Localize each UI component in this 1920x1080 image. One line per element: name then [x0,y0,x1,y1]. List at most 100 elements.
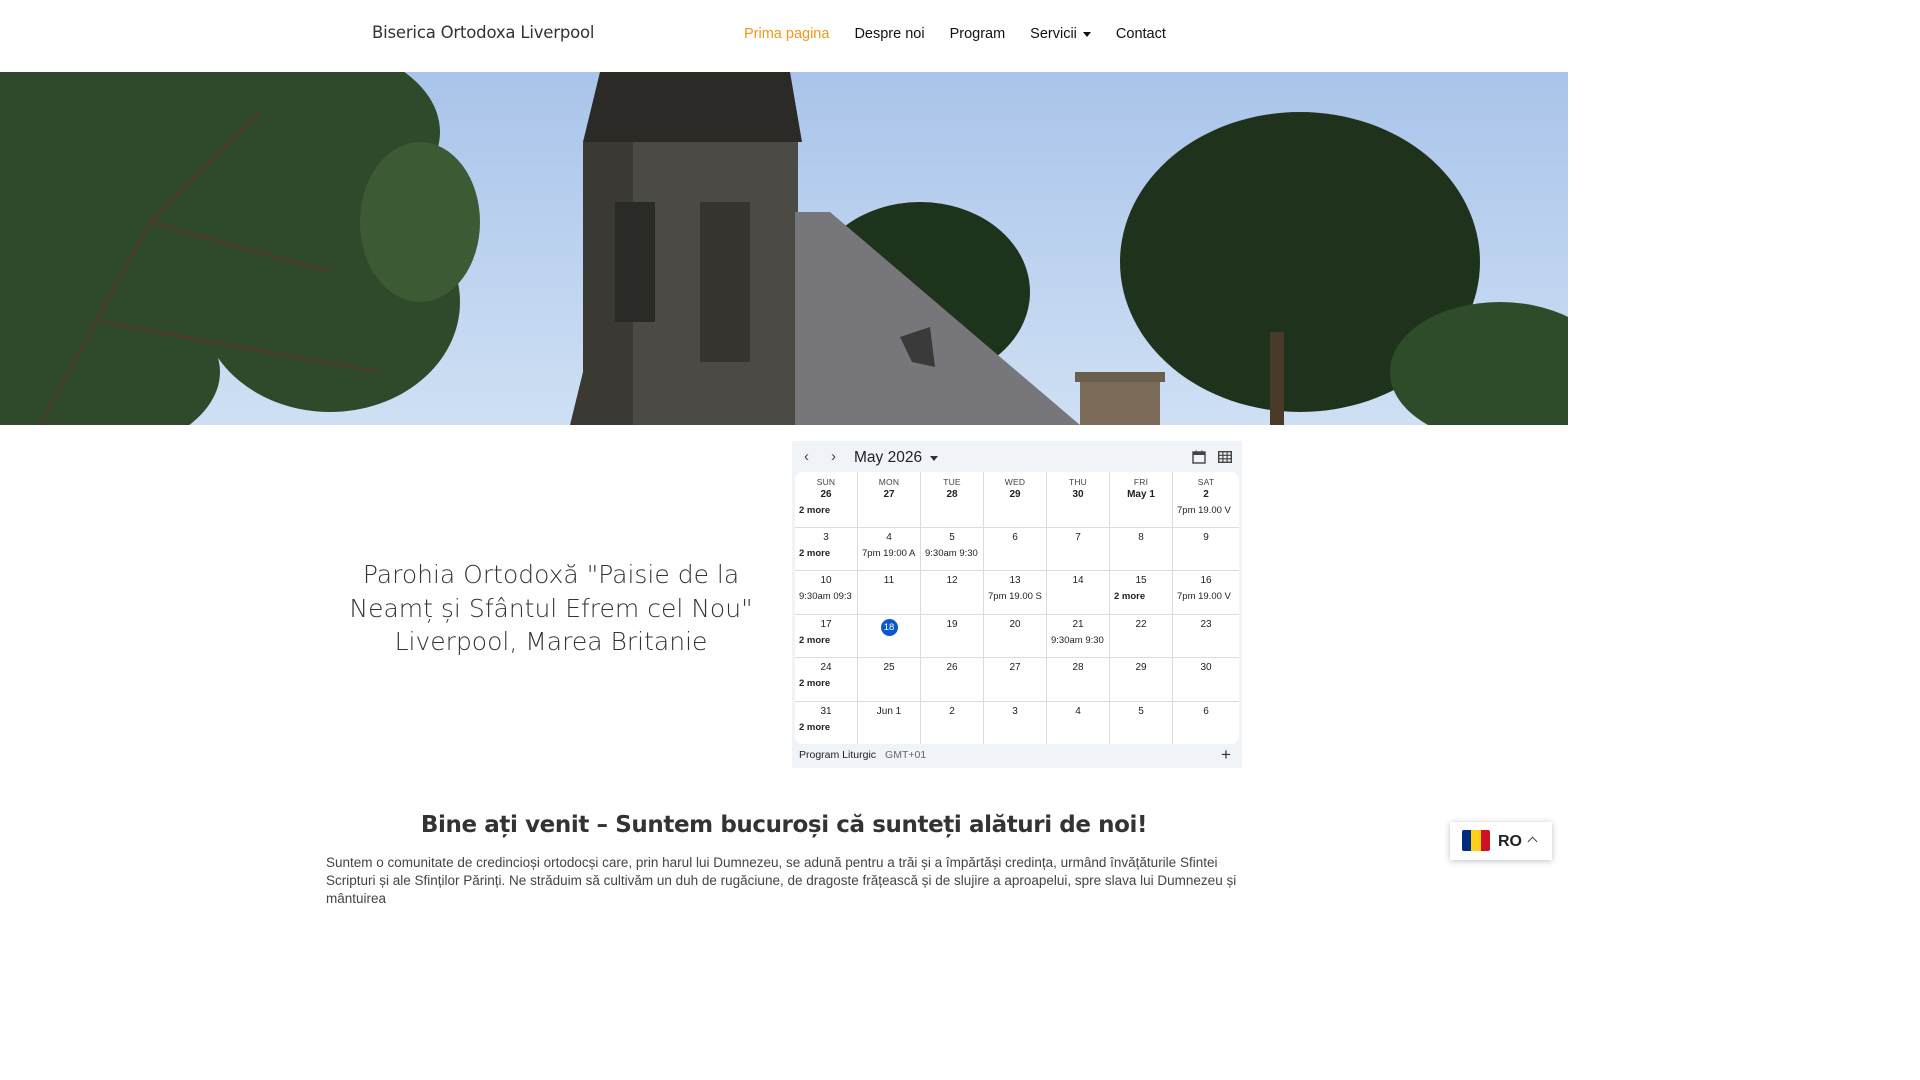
day-number-label: 9 [1203,532,1209,543]
day-number: 3 [984,706,1046,718]
month-view-icon[interactable] [1218,450,1232,464]
calendar-event[interactable]: 9:30am 9:30 [1047,635,1109,646]
calendar-day-cell[interactable]: 5 [1110,702,1173,744]
day-number: 20 [984,619,1046,631]
nav-item-label: Despre noi [854,26,925,42]
calendar-day-cell[interactable]: 5 9:30am 9:30 [921,528,984,571]
nav-item-despre-noi[interactable]: Despre noi [854,26,924,42]
more-events-link[interactable]: 2 more [795,548,857,559]
calendar-day-cell[interactable]: 28 [1047,658,1110,702]
calendar-day-cell[interactable]: 23 [1173,615,1239,658]
day-number: 19 [921,619,983,631]
calendar-day-cell[interactable]: 16 7pm 19.00 V [1173,571,1239,615]
site-title[interactable]: Biserica Ortodoxa Liverpool [372,23,594,42]
calendar-day-cell[interactable]: TUE 28 [921,472,984,528]
calendar-day-cell[interactable]: 13 7pm 19.00 S [984,571,1047,615]
nav-item-contact[interactable]: Contact [1116,26,1166,42]
calendar-day-cell[interactable]: 3 2 more [795,528,858,571]
calendar-day-cell[interactable]: 15 2 more [1110,571,1173,615]
day-number: 9 [1173,532,1239,544]
day-number: 6 [1173,706,1239,718]
day-of-week-label: TUE [943,477,961,487]
flag-stripe-red [1480,830,1490,851]
day-number-label: 3 [1012,706,1018,717]
more-events-link[interactable]: 2 more [795,678,857,689]
day-number: 29 [984,489,1046,501]
calendar-day-cell[interactable]: 8 [1110,528,1173,571]
calendar-day-cell[interactable]: SUN 26 2 more [795,472,858,528]
calendar-day-cell[interactable]: 26 [921,658,984,702]
calendar-day-cell[interactable]: 31 2 more [795,702,858,744]
calendar-day-cell[interactable]: FRI May 1 [1110,472,1173,528]
calendar-day-cell[interactable]: 12 [921,571,984,615]
flag-stripe-yellow [1471,830,1481,851]
calendar-event[interactable]: 9:30am 09:3 [795,591,857,602]
next-month-button[interactable]: › [831,449,836,464]
calendar-day-cell[interactable]: 9 [1173,528,1239,571]
day-number-label: 10 [820,575,832,586]
language-switcher[interactable]: RO [1450,822,1552,860]
calendar-day-cell[interactable]: 4 7pm 19:00 A [858,528,921,571]
calendar-day-cell[interactable]: 3 [984,702,1047,744]
day-number-label: 3 [823,532,829,543]
calendar-day-cell[interactable]: SAT 2 7pm 19.00 V [1173,472,1239,528]
calendar-day-cell[interactable]: 2 [921,702,984,744]
calendar-day-cell[interactable]: 20 [984,615,1047,658]
day-number: 11 [858,575,920,587]
calendar-day-cell[interactable]: 27 [984,658,1047,702]
calendar-event[interactable]: 7pm 19.00 S [984,591,1046,602]
day-number-label: 12 [946,575,958,586]
nav-item-label: Program [949,26,1006,42]
calendar-day-cell[interactable]: 17 2 more [795,615,858,658]
day-number-label: 25 [883,662,895,673]
calendar-day-cell[interactable]: 10 9:30am 09:3 [795,571,858,615]
day-number-label: 5 [1138,706,1144,717]
day-number-label: 4 [886,532,892,543]
calendar-day-cell[interactable]: 11 [858,571,921,615]
calendar-day-cell[interactable]: 25 [858,658,921,702]
calendar-day-cell[interactable]: 30 [1173,658,1239,702]
calendar-day-cell[interactable]: Jun 1 [858,702,921,744]
day-of-week-label: THU [1068,477,1088,487]
calendar-day-cell[interactable]: 14 [1047,571,1110,615]
calendar-day-cell[interactable]: 6 [1173,702,1239,744]
calendar-day-cell[interactable]: 21 9:30am 9:30 [1047,615,1110,658]
chevron-up-icon [1527,836,1538,847]
calendar-day-cell[interactable]: 19 [921,615,984,658]
day-number-label: 19 [946,619,958,630]
day-number-label: 7 [1075,532,1081,543]
day-number-label: 8 [1138,532,1144,543]
calendar-day-cell[interactable]: 29 [1110,658,1173,702]
calendar-day-cell[interactable]: WED 29 [984,472,1047,528]
nav-item-program[interactable]: Program [950,26,1006,42]
day-number: 21 [1047,619,1109,631]
calendar-day-cell[interactable]: 18 [858,615,921,658]
calendar-icon[interactable] [1192,450,1206,464]
more-events-link[interactable]: 2 more [795,722,857,733]
prev-month-button[interactable]: ‹ [804,449,809,464]
more-events-link[interactable]: 2 more [1110,591,1172,602]
parish-name-line3: Liverpool, Marea Britanie [394,627,708,656]
calendar-day-cell[interactable]: MON 27 [858,472,921,528]
calendar-day-cell[interactable]: THU 30 [1047,472,1110,528]
calendar-event[interactable]: 7pm 19.00 V [1173,591,1239,602]
more-events-link[interactable]: 2 more [795,505,857,516]
nav-item-servicii[interactable]: Servicii [1030,26,1091,42]
calendar-day-cell[interactable]: 22 [1110,615,1173,658]
calendar-event[interactable]: 7pm 19:00 A [858,548,920,559]
calendar-event[interactable]: 7pm 19.00 V [1173,505,1239,516]
calendar-day-cell[interactable]: 4 [1047,702,1110,744]
nav-item-prima-pagina[interactable]: Prima pagina [744,26,829,42]
calendar-event[interactable]: 9:30am 9:30 [921,548,983,559]
day-number-label: 24 [820,662,832,673]
nav-item-label: Servicii [1030,26,1077,42]
day-number-label: 27 [1009,662,1021,673]
month-selector[interactable]: May 2026 [854,449,939,467]
calendar-day-cell[interactable]: 24 2 more [795,658,858,702]
day-number-label: 23 [1200,619,1212,630]
more-events-link[interactable]: 2 more [795,635,857,646]
add-calendar-button[interactable]: + [1221,745,1231,765]
day-number: 6 [984,532,1046,544]
calendar-day-cell[interactable]: 7 [1047,528,1110,571]
calendar-day-cell[interactable]: 6 [984,528,1047,571]
